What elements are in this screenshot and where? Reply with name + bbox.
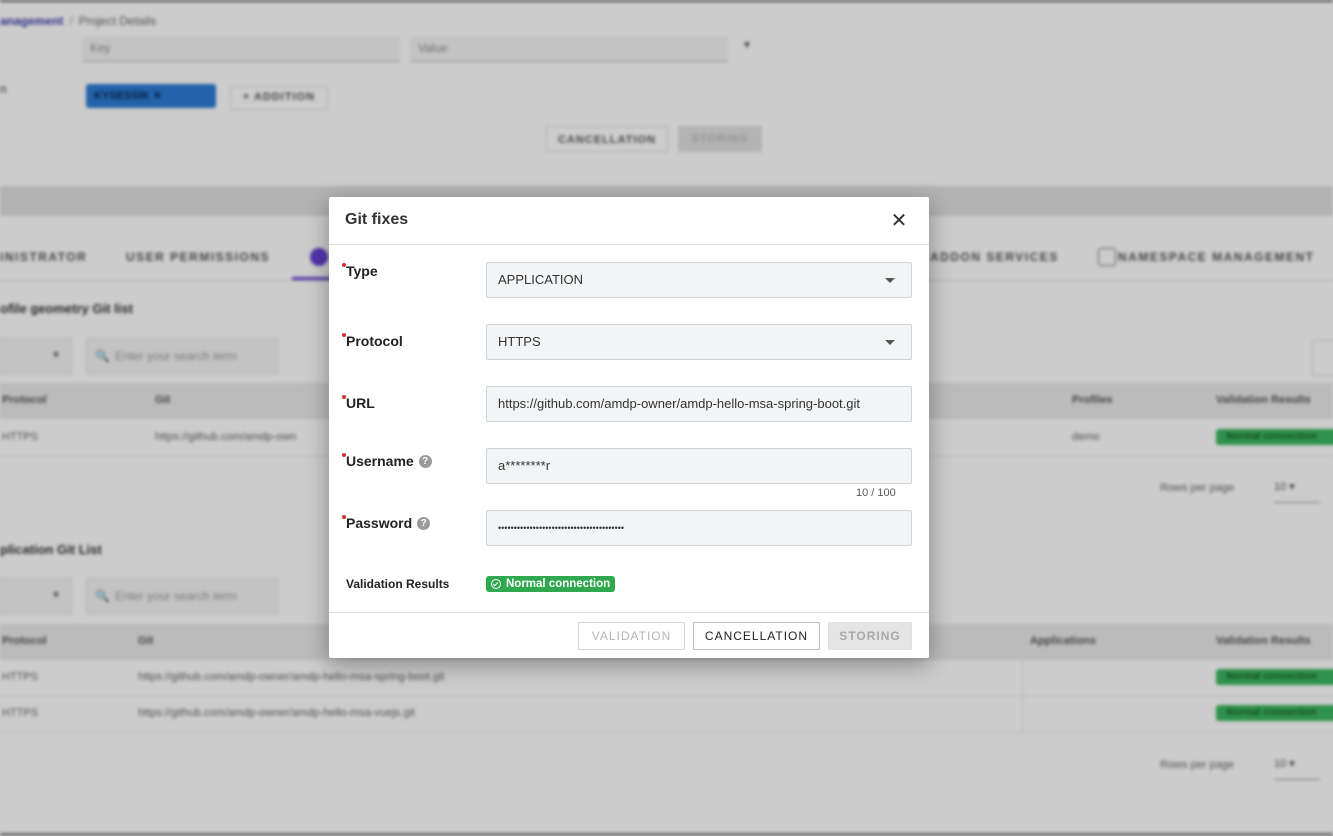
check-circle-icon [491,579,501,589]
validation-status-text: Normal connection [506,578,611,590]
dialog-title: Git fixes [345,211,409,228]
protocol-select-value: HTTPS [498,334,541,349]
password-input-value: •••••••••••••••••••••••••••••••••••••••• [498,523,625,533]
required-marker [342,515,346,519]
required-marker [342,453,346,457]
url-input[interactable]: https://github.com/amdp-owner/amdp-hello… [486,386,912,422]
type-select[interactable]: APPLICATION [486,262,912,298]
type-select-value: APPLICATION [498,272,584,287]
password-input[interactable]: •••••••••••••••••••••••••••••••••••••••• [486,510,912,546]
dialog-footer: VALIDATION CANCELLATION STORING [329,612,929,659]
close-icon[interactable]: ✕ [887,209,911,233]
chevron-down-icon [885,340,895,345]
password-label: Password? [342,515,431,531]
protocol-label: Protocol [342,333,403,349]
validation-results-label: Validation Results [346,577,450,591]
protocol-select[interactable]: HTTPS [486,324,912,360]
username-label: Username? [342,453,432,469]
help-icon[interactable]: ? [418,455,432,468]
validation-button[interactable]: VALIDATION [578,622,685,650]
username-char-counter: 10 / 100 [856,487,896,499]
required-marker [342,333,346,337]
git-fixes-dialog: Git fixes ✕ Type APPLICATION Protocol HT… [329,197,929,658]
validation-status-badge: Normal connection [486,576,616,592]
username-input-value: a********r [498,458,551,473]
url-label: URL [342,395,375,411]
dialog-header: Git fixes ✕ [329,197,929,245]
type-label: Type [342,263,378,279]
username-input[interactable]: a********r [486,448,912,484]
required-marker [342,263,346,267]
required-marker [342,395,346,399]
cancel-button[interactable]: CANCELLATION [693,622,820,650]
url-input-value: https://github.com/amdp-owner/amdp-hello… [498,396,861,411]
help-icon[interactable]: ? [417,517,431,530]
store-button[interactable]: STORING [828,622,912,650]
chevron-down-icon [885,278,895,283]
